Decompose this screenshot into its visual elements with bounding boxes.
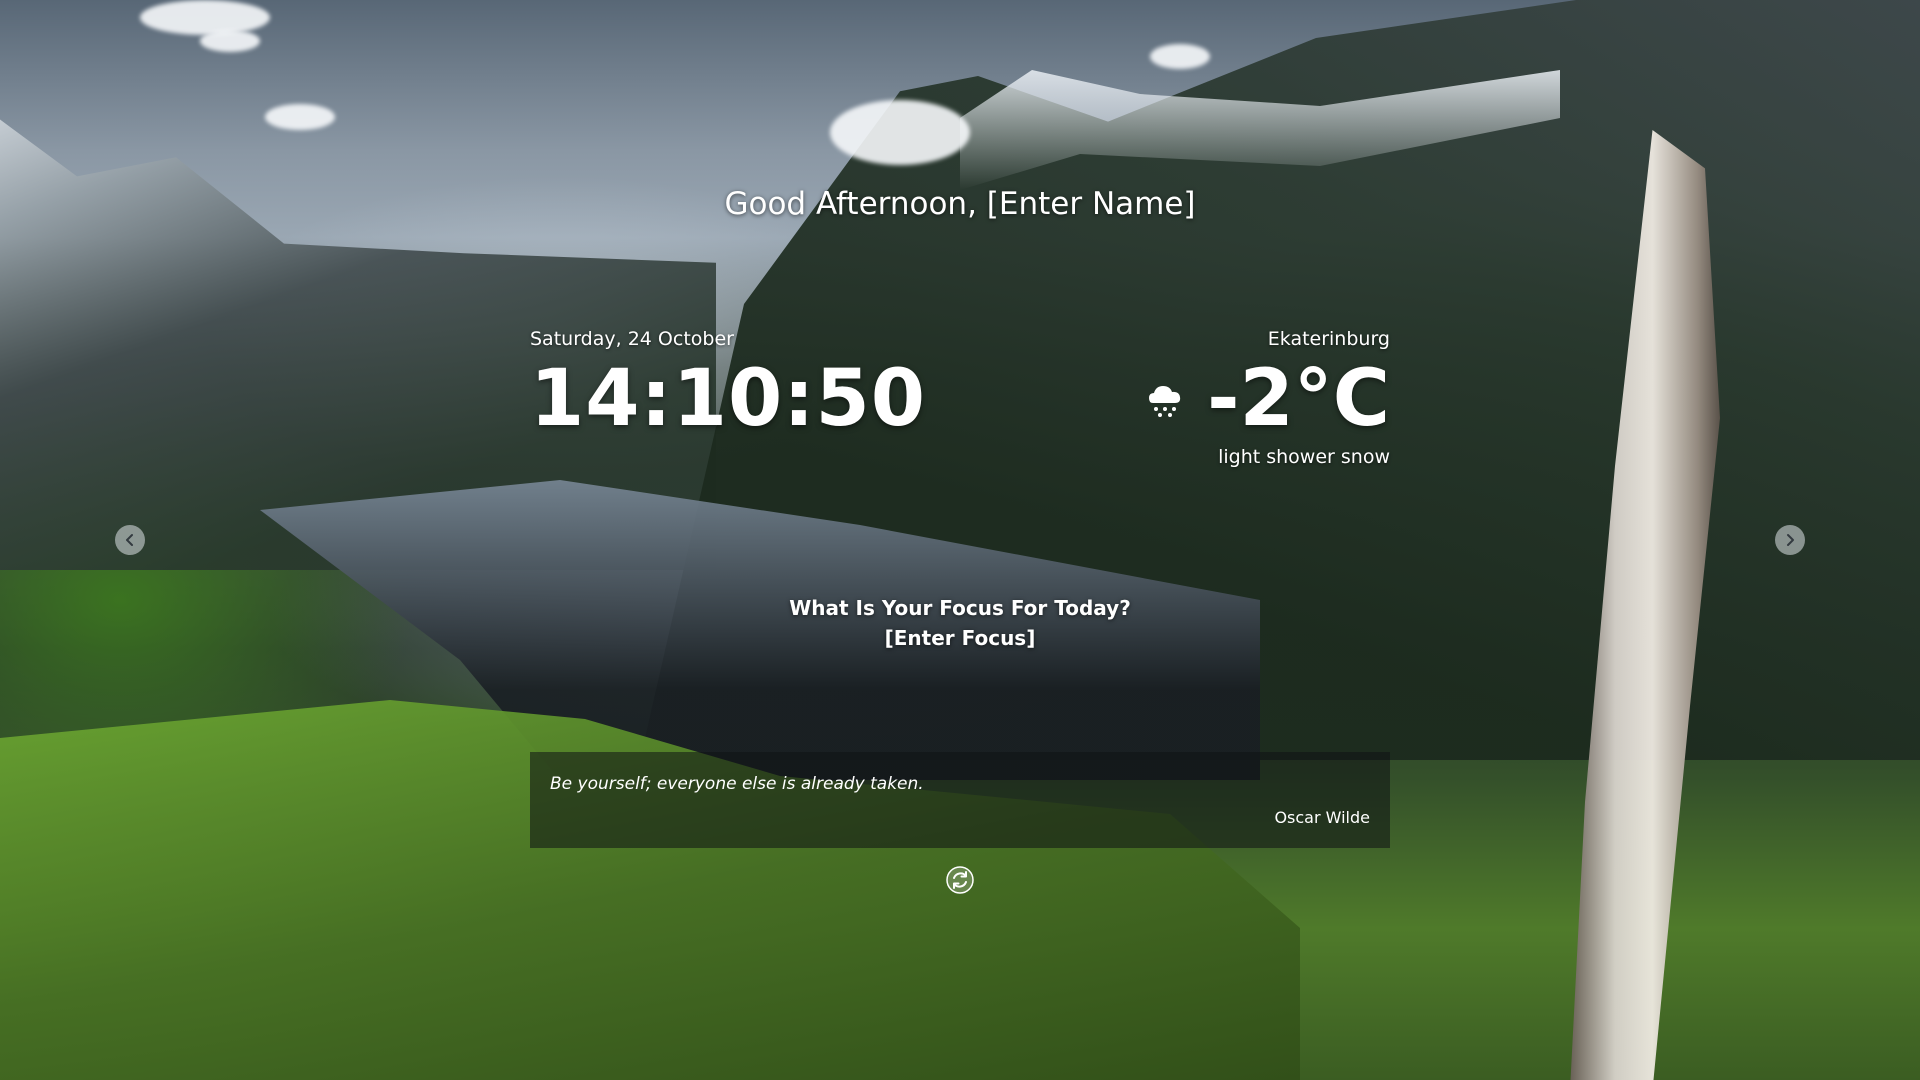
background-cloud <box>140 0 270 35</box>
background-cloud <box>265 104 335 130</box>
previous-background-button[interactable] <box>115 525 145 555</box>
weather-temp-row: -2°C <box>1090 354 1390 444</box>
snow-cloud-icon <box>1143 377 1187 421</box>
weather-city: Ekaterinburg <box>1267 328 1390 350</box>
quote-box: Be yourself; everyone else is already ta… <box>530 752 1390 848</box>
background-cloud <box>830 100 970 165</box>
focus-question: What Is Your Focus For Today? <box>789 596 1131 620</box>
greeting: Good Afternoon, [Enter Name] <box>0 186 1920 222</box>
clock-widget: Saturday, 24 October 14:10:50 <box>530 328 927 444</box>
greeting-prefix: Good Afternoon, <box>724 186 987 222</box>
background-cloud <box>1150 44 1210 69</box>
weather-widget: Ekaterinburg -2°C light shower snow <box>1090 328 1390 468</box>
focus-section: What Is Your Focus For Today? [Enter Foc… <box>0 593 1920 653</box>
quote-text: Be yourself; everyone else is already ta… <box>550 774 924 794</box>
focus-input[interactable]: [Enter Focus] <box>0 623 1920 653</box>
refresh-icon <box>946 866 974 894</box>
refresh-quote-button[interactable] <box>945 865 975 895</box>
app-root: Good Afternoon, [Enter Name] Saturday, 2… <box>0 0 1920 1080</box>
chevron-right-icon <box>1787 534 1794 546</box>
next-background-button[interactable] <box>1775 525 1805 555</box>
weather-description: light shower snow <box>1218 446 1390 468</box>
date-label: Saturday, 24 October <box>530 328 734 350</box>
weather-temperature: -2°C <box>1207 354 1390 444</box>
clock-time: 14:10:50 <box>530 354 927 444</box>
quote-author: Oscar Wilde <box>1274 808 1370 827</box>
chevron-left-icon <box>126 534 133 546</box>
background-cloud <box>200 30 260 52</box>
name-input[interactable]: [Enter Name] <box>987 186 1196 222</box>
